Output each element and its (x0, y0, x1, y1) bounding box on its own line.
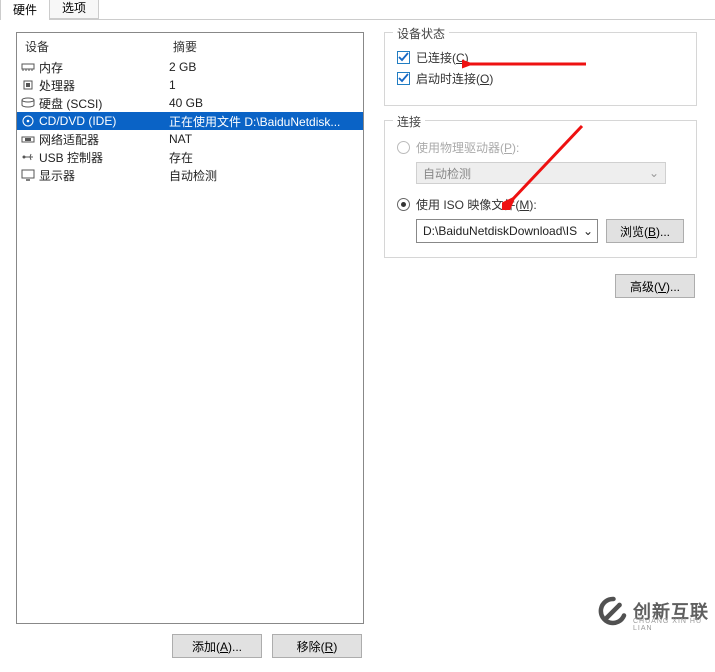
device-row[interactable]: 网络适配器 NAT (17, 130, 363, 148)
dropdown-physical-value: 自动检测 (423, 165, 471, 182)
tab-options[interactable]: 选项 (49, 0, 99, 19)
add-button[interactable]: 添加(A)... (172, 634, 262, 658)
device-summary: 1 (169, 78, 359, 92)
device-summary: 2 GB (169, 60, 359, 74)
tab-bar: 硬件 选项 (0, 0, 715, 20)
device-summary: NAT (169, 132, 359, 146)
column-header-device[interactable]: 设备 (25, 38, 173, 55)
memory-icon (21, 61, 35, 73)
hdd-icon (21, 97, 35, 109)
dropdown-physical-drive: 自动检测 ⌄ (416, 162, 666, 184)
device-name: CD/DVD (IDE) (39, 114, 116, 128)
column-header-summary[interactable]: 摘要 (173, 38, 355, 55)
label-connect-at-power-on: 启动时连接(O) (416, 70, 493, 87)
device-summary: 自动检测 (169, 167, 359, 184)
chevron-down-icon: ⌄ (649, 166, 659, 180)
device-summary: 40 GB (169, 96, 359, 110)
device-list-header: 设备 摘要 (17, 33, 363, 58)
watermark-subtext: CHUANG XIN HU LIAN (633, 618, 707, 632)
advanced-button[interactable]: 高级(V)... (615, 274, 695, 298)
nic-icon (21, 133, 35, 145)
checkbox-connect-at-power-on[interactable] (397, 72, 410, 85)
label-use-physical: 使用物理驱动器(P): (416, 139, 519, 156)
device-row[interactable]: 处理器 1 (17, 76, 363, 94)
label-connected: 已连接(C) (416, 49, 469, 66)
remove-button[interactable]: 移除(R) (272, 634, 362, 658)
usb-icon (21, 151, 35, 163)
connection-group: 连接 使用物理驱动器(P): 自动检测 ⌄ 使用 ISO 映像文件(M): D:… (384, 120, 697, 258)
tab-hardware[interactable]: 硬件 (0, 0, 50, 20)
browse-button[interactable]: 浏览(B)... (606, 219, 684, 243)
device-row[interactable]: CD/DVD (IDE) 正在使用文件 D:\BaiduNetdisk... (17, 112, 363, 130)
display-icon (21, 169, 35, 181)
device-name: 硬盘 (SCSI) (39, 95, 102, 112)
cpu-icon (21, 79, 35, 91)
label-use-iso: 使用 ISO 映像文件(M): (416, 196, 537, 213)
iso-path-value: D:\BaiduNetdiskDownload\IS (423, 224, 577, 238)
device-name: USB 控制器 (39, 149, 103, 166)
device-row[interactable]: 内存 2 GB (17, 58, 363, 76)
checkbox-connected[interactable] (397, 51, 410, 64)
watermark: 创新互联 CHUANG XIN HU LIAN (597, 596, 709, 626)
device-summary: 正在使用文件 D:\BaiduNetdisk... (169, 113, 359, 130)
radio-use-physical[interactable] (397, 141, 410, 154)
cd-icon (21, 115, 35, 127)
group-title-connection: 连接 (393, 113, 425, 130)
device-list[interactable]: 设备 摘要 内存 2 GB 处理器 1 硬盘 (SCSI) 40 GB CD/DVD (ID… (16, 32, 364, 624)
iso-path-combobox[interactable]: D:\BaiduNetdiskDownload\IS ⌄ (416, 219, 598, 243)
device-name: 网络适配器 (39, 131, 99, 148)
logo-icon (597, 596, 627, 626)
device-name: 处理器 (39, 77, 75, 94)
device-row[interactable]: 硬盘 (SCSI) 40 GB (17, 94, 363, 112)
device-row[interactable]: 显示器 自动检测 (17, 166, 363, 184)
device-row[interactable]: USB 控制器 存在 (17, 148, 363, 166)
group-title-status: 设备状态 (393, 25, 449, 42)
device-summary: 存在 (169, 149, 359, 166)
device-name: 内存 (39, 59, 63, 76)
chevron-down-icon[interactable]: ⌄ (579, 224, 593, 238)
radio-use-iso[interactable] (397, 198, 410, 211)
device-name: 显示器 (39, 167, 75, 184)
device-status-group: 设备状态 已连接(C) 启动时连接(O) (384, 32, 697, 106)
